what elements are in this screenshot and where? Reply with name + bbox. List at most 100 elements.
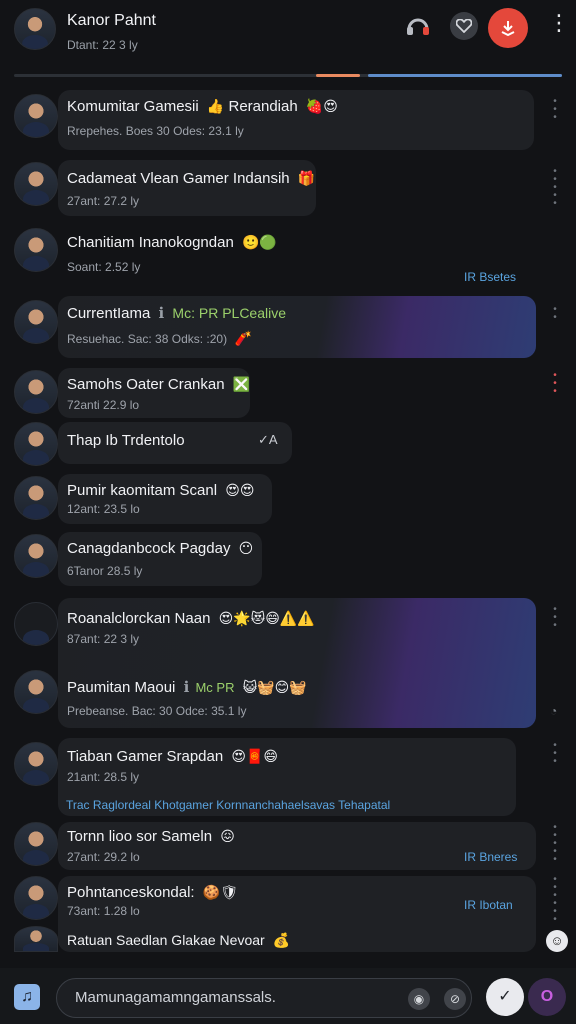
- chat-title-text: Cadameat Vlean Gamer Indansih: [67, 170, 290, 187]
- music-note-icon[interactable]: ♫: [14, 984, 40, 1010]
- chat-title: Tornn lioo sor Sameln 😖: [67, 828, 235, 845]
- chat-subtitle: Resuehac. Sac: 38 Odks: :20) 🧨: [67, 330, 252, 347]
- avatar[interactable]: [14, 742, 58, 786]
- avatar[interactable]: [14, 228, 58, 272]
- chat-row[interactable]: Paumitan Maoui ℹ Mc PR 😺🧺😊🧺 Prebeanse. B…: [0, 668, 576, 724]
- share-icon[interactable]: [488, 8, 528, 48]
- chat-title-text: Pohntanceskondal:: [67, 884, 195, 901]
- more-vert-icon[interactable]: ⋮: [548, 10, 570, 36]
- read-receipt-icon: ✓A: [258, 432, 278, 447]
- chat-title-text: Tornn lioo sor Sameln: [67, 828, 213, 845]
- reply-link[interactable]: IR Ibotan: [464, 898, 513, 912]
- more-vert-icon[interactable]: • • • • • •: [550, 875, 560, 925]
- chat-title: Pumir kaomitam Scanl 😍😍: [67, 482, 254, 499]
- mic-icon[interactable]: O: [528, 978, 566, 1016]
- chat-subtitle: Rrepehes. Boes 30 Odes: 23.1 ly: [67, 124, 244, 138]
- more-vert-icon[interactable]: • • •: [550, 741, 560, 767]
- attach-icon[interactable]: ⊘: [444, 988, 466, 1010]
- chat-subtitle: 72anti 22.9 lo: [67, 398, 140, 412]
- chat-subtitle: 12ant: 23.5 lo: [67, 502, 140, 516]
- tab-indicator-left[interactable]: [316, 74, 360, 77]
- status-tag: Mc: PR PLCealive: [172, 305, 287, 321]
- emoji: 🍪🛡: [202, 884, 238, 900]
- header-subtitle: Dtant: 22 3 ly: [67, 38, 138, 52]
- chat-subtitle: 21ant: 28.5 ly: [67, 770, 140, 784]
- chat-row[interactable]: CurrentIama ℹ Mc: PR PLCealive Resuehac.…: [0, 294, 576, 358]
- more-vert-icon[interactable]: • • •: [550, 605, 560, 631]
- avatar[interactable]: [14, 876, 58, 920]
- chat-title: Komumitar Gamesii 👍 Rerandiah 🍓😍: [67, 98, 338, 115]
- chat-row[interactable]: Pohntanceskondal: 🍪🛡 73ant: 1.28 lo IR I…: [0, 874, 576, 952]
- more-vert-icon[interactable]: • • •: [550, 97, 560, 123]
- chat-title-text: Paumitan Maoui: [67, 679, 176, 696]
- emoji-reaction-icon[interactable]: ☺: [546, 930, 568, 952]
- chat-row[interactable]: Tiaban Gamer Srapdan 😍🧧😄 21ant: 28.5 ly …: [0, 738, 576, 818]
- reply-link[interactable]: IR Bsetes: [464, 270, 516, 284]
- chat-subtitle: 27ant: 27.2 ly: [67, 194, 140, 208]
- chat-row[interactable]: Samohs Oater Crankan ❎ 72anti 22.9 lo • •…: [0, 366, 576, 418]
- chat-row[interactable]: Komumitar Gamesii 👍 Rerandiah 🍓😍 Rrepehe…: [0, 88, 576, 152]
- info-icon: ℹ: [158, 305, 165, 322]
- emoji: ❎: [232, 376, 251, 392]
- chat-title: Paumitan Maoui ℹ Mc PR 😺🧺😊🧺: [67, 678, 307, 696]
- chat-title: Ratuan Saedlan Glakae Nevoar 💰: [67, 932, 290, 949]
- more-vert-icon[interactable]: • • •: [550, 371, 560, 397]
- chat-title-text: CurrentIama: [67, 305, 151, 322]
- avatar[interactable]: [14, 670, 58, 714]
- chat-row[interactable]: Tornn lioo sor Sameln 😖 27ant: 29.2 lo I…: [0, 820, 576, 872]
- chat-title: Cadameat Vlean Gamer Indansih 🎁: [67, 170, 315, 187]
- status-tag: Mc PR: [195, 680, 235, 695]
- chat-title-text-2: Rerandiah: [228, 98, 298, 115]
- emoji: 🍓😍: [305, 98, 338, 114]
- headset-icon[interactable]: [404, 12, 432, 40]
- chat-title: CurrentIama ℹ Mc: PR PLCealive: [67, 304, 286, 322]
- composer-bar: ♫ Mamunagamamngamanssals. ◉ ⊘ ✓ O: [0, 968, 576, 1024]
- chat-title: Roanalclorckan Naan 😍🌟😻😄⚠️⚠️: [67, 610, 315, 627]
- more-vert-icon[interactable]: • •: [550, 305, 560, 323]
- avatar[interactable]: [14, 370, 58, 414]
- chat-row[interactable]: Roanalclorckan Naan 😍🌟😻😄⚠️⚠️ 87ant: 22 3…: [0, 600, 576, 650]
- more-vert-icon[interactable]: • • • • •: [550, 823, 560, 865]
- reply-link[interactable]: IR Bneres: [464, 850, 517, 864]
- chat-title: Thap Ib Trdentolo: [67, 432, 185, 449]
- avatar[interactable]: [14, 422, 58, 466]
- message-link[interactable]: Trac Raglordeal Khotgamer Kornnanchahael…: [66, 798, 390, 812]
- emoji: 🙂🟢: [241, 234, 277, 250]
- avatar[interactable]: [14, 162, 58, 206]
- info-icon: ℹ: [183, 679, 190, 696]
- chat-row[interactable]: Canagdanbcock Pagday 😶 6Tanor 28.5 ly: [0, 530, 576, 586]
- avatar[interactable]: [14, 822, 58, 866]
- emoji-icon[interactable]: ◉: [408, 988, 430, 1010]
- chat-title-text: Tiaban Gamer Srapdan: [67, 748, 224, 765]
- emoji: 🧨: [234, 330, 252, 346]
- chat-subtitle: 27ant: 29.2 lo: [67, 850, 140, 864]
- chat-title-text: Canagdanbcock Pagday: [67, 540, 231, 557]
- chat-row[interactable]: Pumir kaomitam Scanl 😍😍 12ant: 23.5 lo: [0, 472, 576, 524]
- avatar[interactable]: [14, 476, 58, 520]
- chat-title-text: Komumitar Gamesii: [67, 98, 199, 115]
- clock-icon: ◔: [550, 704, 558, 718]
- chat-row[interactable]: Ratuan Saedlan Glakae Nevoar 💰 ☺: [0, 926, 576, 956]
- header-avatar[interactable]: [14, 8, 56, 50]
- chat-title: Canagdanbcock Pagday 😶: [67, 540, 253, 557]
- emoji: 😶: [238, 540, 254, 556]
- chat-title-text: Ratuan Saedlan Glakae Nevoar: [67, 932, 265, 948]
- chat-row[interactable]: Chanitiam Inanokogndan 🙂🟢 Soant: 2.52 ly…: [0, 222, 576, 288]
- tab-indicator-right[interactable]: [368, 74, 562, 77]
- avatar[interactable]: [14, 300, 58, 344]
- chat-row[interactable]: Cadameat Vlean Gamer Indansih 🎁 27ant: 2…: [0, 158, 576, 216]
- avatar[interactable]: [14, 94, 58, 138]
- chat-header: Kanor Pahnt Dtant: 22 3 ly ⋮: [0, 0, 576, 64]
- avatar[interactable]: [14, 602, 58, 646]
- chat-title: Tiaban Gamer Srapdan 😍🧧😄: [67, 748, 278, 765]
- check-shield-icon[interactable]: ✓: [486, 978, 524, 1016]
- avatar[interactable]: [14, 534, 58, 578]
- header-title[interactable]: Kanor Pahnt: [67, 12, 156, 30]
- emoji: 💰: [272, 932, 291, 948]
- heart-icon[interactable]: [450, 12, 478, 40]
- emoji: 👍: [206, 98, 225, 114]
- avatar[interactable]: [14, 926, 58, 952]
- more-vert-icon[interactable]: • • • • •: [550, 167, 560, 209]
- chat-row[interactable]: Thap Ib Trdentolo ✓A: [0, 420, 576, 466]
- chat-title-text: Roanalclorckan Naan: [67, 610, 211, 627]
